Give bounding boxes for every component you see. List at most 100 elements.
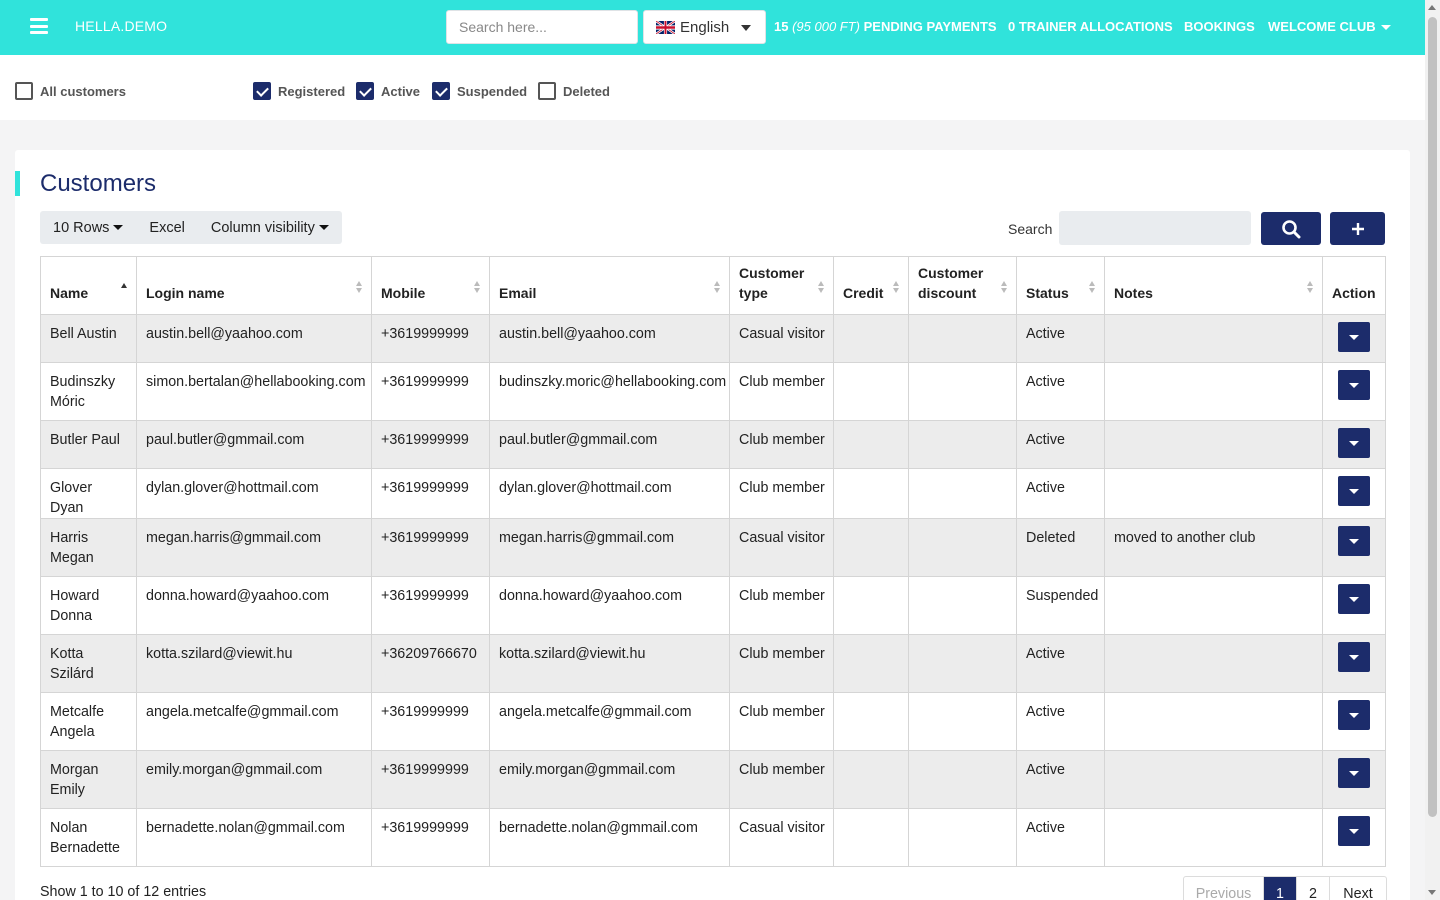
- rows-per-page-button[interactable]: 10 Rows: [40, 211, 136, 244]
- row-action-dropdown-button[interactable]: [1338, 428, 1370, 458]
- cell-mobile: +3619999999: [371, 468, 490, 519]
- row-action-dropdown-button[interactable]: [1338, 584, 1370, 614]
- col-header-name[interactable]: Name: [40, 256, 137, 315]
- global-search-input[interactable]: [446, 10, 638, 44]
- trainer-allocations-link[interactable]: 0 TRAINER ALLOCATIONS: [1008, 19, 1173, 34]
- sort-icon: [714, 281, 721, 293]
- cell-credit: [833, 576, 909, 635]
- club-menu[interactable]: WELCOME CLUB: [1268, 19, 1391, 34]
- checkbox[interactable]: [253, 82, 271, 100]
- checkbox[interactable]: [432, 82, 450, 100]
- cell-discount: [908, 468, 1017, 519]
- col-header-credit[interactable]: Credit: [833, 256, 909, 315]
- scrollbar-thumb[interactable]: [1428, 17, 1437, 817]
- col-header-mobile[interactable]: Mobile: [371, 256, 490, 315]
- cell-type: Club member: [729, 420, 834, 469]
- cell-type: Club member: [729, 750, 834, 809]
- cell-status: Active: [1016, 314, 1105, 363]
- filter-suspended[interactable]: Suspended: [432, 82, 527, 100]
- previous-page-button[interactable]: Previous: [1184, 877, 1264, 900]
- row-action-dropdown-button[interactable]: [1338, 758, 1370, 788]
- excel-export-button[interactable]: Excel: [136, 211, 197, 244]
- payments-count: 15: [774, 19, 789, 34]
- filter-all-customers[interactable]: All customers: [15, 82, 126, 100]
- sort-icon: [474, 281, 481, 293]
- row-action-dropdown-button[interactable]: [1338, 642, 1370, 672]
- next-page-button[interactable]: Next: [1330, 877, 1386, 900]
- cell-status: Suspended: [1016, 576, 1105, 635]
- column-visibility-button[interactable]: Column visibility: [198, 211, 342, 244]
- col-header-customer-discount[interactable]: Customer discount: [908, 256, 1017, 315]
- table-row: Kotta Szilárd kotta.szilard@viewit.hu +362…: [40, 634, 1386, 693]
- page-scrollbar[interactable]: [1425, 0, 1440, 900]
- col-header-status[interactable]: Status: [1016, 256, 1105, 315]
- cell-name: Nolan Bernadette: [40, 808, 137, 867]
- table-search-input[interactable]: [1059, 211, 1251, 245]
- search-button[interactable]: [1261, 212, 1321, 245]
- chevron-down-icon: [318, 225, 329, 230]
- cell-login: bernadette.nolan@gmmail.com: [136, 808, 372, 867]
- filter-label: Active: [381, 83, 421, 99]
- add-customer-button[interactable]: [1330, 212, 1385, 245]
- col-header-notes[interactable]: Notes: [1104, 256, 1323, 315]
- menu-icon[interactable]: [30, 18, 48, 34]
- header-label: Name: [50, 285, 89, 301]
- cell-credit: [833, 420, 909, 469]
- cell-discount: [908, 576, 1017, 635]
- header-label: Action: [1332, 285, 1376, 301]
- checkbox[interactable]: [538, 82, 556, 100]
- cell-credit: [833, 634, 909, 693]
- cell-email: dylan.glover@hottmail.com: [489, 468, 730, 519]
- checkbox[interactable]: [15, 82, 33, 100]
- cell-name: Budinszky Móric: [40, 362, 137, 421]
- page-2-button[interactable]: 2: [1297, 877, 1330, 900]
- cell-status: Active: [1016, 420, 1105, 469]
- cell-mobile: +3619999999: [371, 576, 490, 635]
- customer-filter-bar: All customers Registered Active Suspende…: [0, 55, 1425, 120]
- pending-payments-link[interactable]: 15 (95 000 FT) PENDING PAYMENTS: [774, 19, 997, 34]
- cell-notes: [1104, 468, 1323, 519]
- sort-icon: [1001, 281, 1008, 293]
- filter-label: Registered: [278, 83, 346, 99]
- checkbox[interactable]: [356, 82, 374, 100]
- row-action-dropdown-button[interactable]: [1338, 322, 1370, 352]
- cell-status: Active: [1016, 750, 1105, 809]
- cell-action: [1322, 362, 1386, 421]
- bookings-link[interactable]: BOOKINGS: [1184, 19, 1255, 34]
- cell-status: Active: [1016, 692, 1105, 751]
- club-label: WELCOME CLUB: [1268, 19, 1376, 34]
- filter-deleted[interactable]: Deleted: [538, 82, 610, 100]
- cell-credit: [833, 314, 909, 363]
- page-1-button[interactable]: 1: [1264, 877, 1297, 900]
- cell-action: [1322, 314, 1386, 363]
- cell-email: donna.howard@yaahoo.com: [489, 576, 730, 635]
- sort-icon: [121, 283, 128, 288]
- sort-icon: [893, 281, 900, 293]
- row-action-dropdown-button[interactable]: [1338, 370, 1370, 400]
- cell-credit: [833, 468, 909, 519]
- cell-mobile: +3619999999: [371, 750, 490, 809]
- filter-label: Suspended: [457, 83, 528, 99]
- cell-discount: [908, 420, 1017, 469]
- cell-name: Morgan Emily: [40, 750, 137, 809]
- cell-name: Butler Paul: [40, 420, 137, 469]
- filter-active[interactable]: Active: [356, 82, 420, 100]
- col-header-email[interactable]: Email: [489, 256, 730, 315]
- col-header-customer-type[interactable]: Customer type: [729, 256, 834, 315]
- sort-icon: [1089, 281, 1096, 293]
- col-header-login[interactable]: Login name: [136, 256, 372, 315]
- row-action-dropdown-button[interactable]: [1338, 526, 1370, 556]
- language-select[interactable]: English: [643, 10, 766, 44]
- scroll-up-icon[interactable]: [1428, 5, 1436, 10]
- table-row: Howard Donna donna.howard@yaahoo.com +3619…: [40, 576, 1386, 635]
- row-action-dropdown-button[interactable]: [1338, 700, 1370, 730]
- cell-name: Glover Dyan: [40, 468, 137, 519]
- row-action-dropdown-button[interactable]: [1338, 816, 1370, 846]
- cell-type: Club member: [729, 692, 834, 751]
- chevron-down-icon: [1349, 712, 1359, 718]
- cell-type: Casual visitor: [729, 518, 834, 577]
- filter-registered[interactable]: Registered: [253, 82, 345, 100]
- scroll-down-icon[interactable]: [1428, 890, 1436, 895]
- row-action-dropdown-button[interactable]: [1338, 476, 1370, 506]
- brand-name[interactable]: HELLA.DEMO: [75, 18, 167, 34]
